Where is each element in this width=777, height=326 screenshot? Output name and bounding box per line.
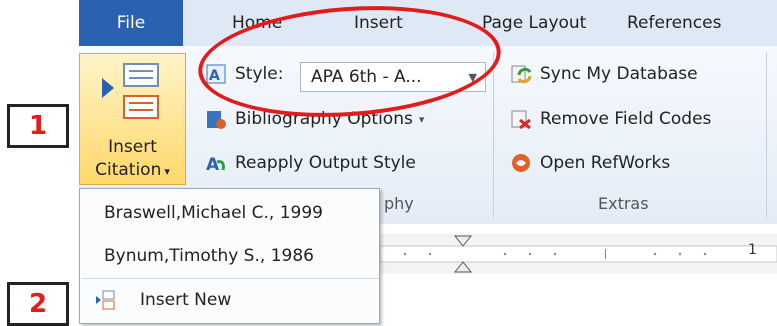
remove-field-codes-button[interactable]: Remove Field Codes (510, 108, 711, 130)
insert-new-label: Insert New (140, 290, 232, 310)
insert-citation-menu: Braswell,Michael C., 1999 Bynum,Timothy … (79, 188, 380, 324)
remove-field-codes-label: Remove Field Codes (540, 109, 712, 129)
refworks-icon (512, 154, 530, 172)
open-refworks-label: Open RefWorks (540, 153, 671, 173)
dropdown-arrow-icon: ▾ (164, 165, 170, 178)
group-divider (766, 52, 767, 218)
citations-group-label: phy (384, 194, 414, 213)
remove-field-codes-icon (511, 110, 531, 130)
insert-citation-label-line1: Insert (108, 137, 157, 157)
callout-number-1: 1 (7, 104, 69, 148)
tab-file[interactable]: File (79, 0, 183, 46)
svg-text:A: A (206, 155, 220, 174)
citation-menu-item[interactable]: Braswell,Michael C., 1999 (104, 203, 323, 223)
reapply-output-style-label: Reapply Output Style (235, 153, 416, 173)
tab-page-layout[interactable]: Page Layout (482, 0, 586, 46)
insert-citation-label-line2: Citation ▾ (95, 160, 170, 180)
insert-new-citation-item[interactable]: Insert New (94, 289, 231, 311)
insert-new-icon (96, 290, 115, 310)
group-divider (493, 52, 494, 218)
insert-citation-icon (102, 63, 159, 119)
ruler-ticks (380, 235, 777, 273)
extras-group-label: Extras (598, 194, 649, 213)
tab-references[interactable]: References (627, 0, 721, 46)
insert-citation-button[interactable]: Insert Citation ▾ (79, 53, 186, 185)
reapply-output-style-button[interactable]: A Reapply Output Style (205, 152, 416, 174)
sync-icon (511, 65, 532, 84)
ruler-number: 1 (748, 242, 757, 258)
callout-number-2: 2 (7, 282, 69, 326)
bibliography-options-icon (207, 111, 226, 129)
citation-menu-item[interactable]: Bynum,Timothy S., 1986 (104, 246, 314, 266)
chevron-down-icon: ▾ (418, 112, 425, 126)
sync-my-database-button[interactable]: Sync My Database (510, 63, 698, 85)
document-ruler: 1 (380, 234, 777, 274)
menu-separator (81, 278, 379, 279)
sync-my-database-label: Sync My Database (540, 64, 698, 84)
open-refworks-button[interactable]: Open RefWorks (510, 152, 670, 174)
reapply-style-icon: A (206, 155, 225, 174)
